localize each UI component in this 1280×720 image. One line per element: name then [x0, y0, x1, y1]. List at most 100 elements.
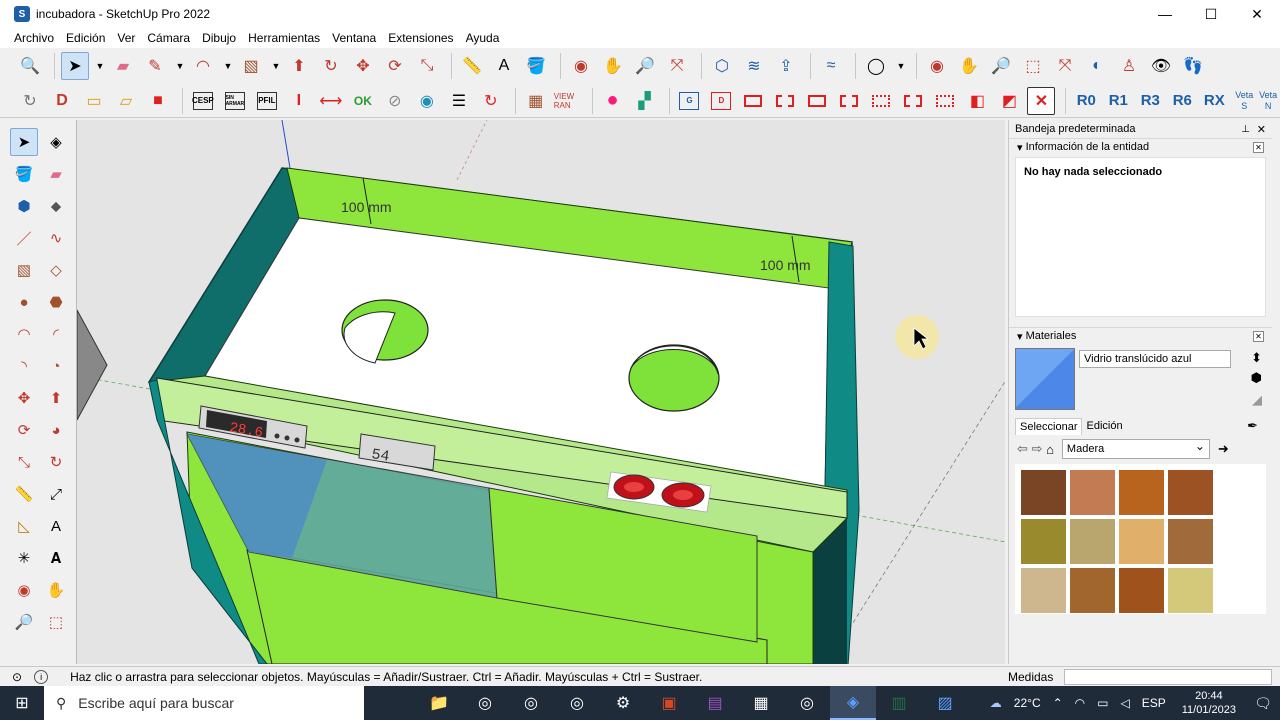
material-swatch[interactable]	[1168, 470, 1213, 515]
file-explorer-icon[interactable]: 📁	[416, 686, 462, 720]
windows-start-icon[interactable]: ⊞	[0, 686, 44, 720]
edge-banding-icon-2[interactable]	[771, 87, 799, 115]
ok-tool[interactable]: OK	[349, 87, 377, 115]
panel-flat-icon[interactable]: ▱	[112, 87, 140, 115]
rotation-rx[interactable]: RX	[1200, 87, 1228, 115]
orbit-icon[interactable]: ◉	[567, 52, 595, 80]
measurements-input[interactable]	[1064, 668, 1272, 685]
rotated-rectangle-icon[interactable]: ◇	[42, 256, 70, 284]
close-button[interactable]: ✕	[1234, 0, 1280, 28]
photos-icon[interactable]: ▨	[922, 686, 968, 720]
share-model-icon[interactable]: ⇪	[772, 52, 800, 80]
orbit-icon[interactable]: ◉	[10, 576, 38, 604]
clock[interactable]: 20:44 11/01/2023	[1182, 689, 1236, 717]
zoom-alt-icon[interactable]: 🔎	[987, 52, 1015, 80]
edge-banding-icon-6[interactable]	[899, 87, 927, 115]
pan-alt-icon[interactable]: ✋	[955, 52, 983, 80]
cube-red-icon[interactable]: ◧	[963, 87, 991, 115]
material-swatch[interactable]	[1070, 470, 1115, 515]
walk-icon[interactable]: 👣	[1179, 52, 1207, 80]
excel-icon[interactable]: ▥	[876, 686, 922, 720]
push-pull-icon[interactable]: ⬆	[285, 52, 313, 80]
material-swatch[interactable]	[1070, 568, 1115, 613]
minimize-button[interactable]: —	[1142, 0, 1188, 28]
g-tool[interactable]: G	[675, 87, 703, 115]
freehand-icon[interactable]: ∿	[42, 224, 70, 252]
move-icon[interactable]: ✥	[10, 384, 38, 412]
edge-banding-icon-1[interactable]	[739, 87, 767, 115]
dropdown-arrow-icon[interactable]: ▼	[221, 52, 235, 80]
veta-s-button[interactable]: Veta S	[1232, 90, 1256, 112]
cube-erase-icon[interactable]: ◩	[995, 87, 1023, 115]
volume-icon[interactable]: ◁	[1121, 696, 1130, 710]
arc-icon[interactable]: ◠	[10, 320, 38, 348]
chrome-icon[interactable]: ◎	[784, 686, 830, 720]
default-material-icon[interactable]: ◢	[1252, 392, 1262, 408]
offset-icon[interactable]: ↻	[42, 448, 70, 476]
chevron-up-icon[interactable]: ⌃	[1053, 696, 1063, 710]
material-swatch[interactable]	[1119, 470, 1164, 515]
sin-armar-tool[interactable]: SIN ARMAR	[221, 87, 249, 115]
rectangle-icon[interactable]: ▧	[10, 256, 38, 284]
cesp-tool[interactable]: CESP	[189, 87, 217, 115]
zoom-window-icon[interactable]: ⬚	[1019, 52, 1047, 80]
tag-icon[interactable]: ⬥	[42, 192, 70, 220]
powerpoint-icon[interactable]: ▣	[646, 686, 692, 720]
double-arrow-icon[interactable]: ⟷	[317, 87, 345, 115]
d-tool[interactable]: D	[707, 87, 735, 115]
tab-select[interactable]: Seleccionar	[1015, 417, 1083, 435]
sketchup-taskbar-icon[interactable]: ◈	[830, 686, 876, 720]
create-material-icon[interactable]: ⬍	[1251, 350, 1262, 366]
notifications-icon[interactable]: 🗨	[1246, 695, 1280, 712]
orbit-alt-icon[interactable]: ◉	[923, 52, 951, 80]
edge-banding-icon-3[interactable]	[803, 87, 831, 115]
i-tool[interactable]: I	[285, 87, 313, 115]
battery-icon[interactable]: ▭	[1097, 696, 1108, 710]
text-icon[interactable]: A	[490, 52, 518, 80]
zoom-icon[interactable]: 🔎	[10, 608, 38, 636]
menu-herramientas[interactable]: Herramientas	[242, 31, 326, 45]
edge-banding-icon-4[interactable]	[835, 87, 863, 115]
three-point-arc-icon[interactable]: ◝	[10, 352, 38, 380]
menu-camara[interactable]: Cámara	[141, 31, 196, 45]
taskbar-search[interactable]: ⚲ Escribe aquí para buscar	[44, 686, 364, 720]
edge-banding-icon-5[interactable]	[867, 87, 895, 115]
text-icon[interactable]: A	[42, 512, 70, 540]
list-icon[interactable]: ☰	[445, 87, 473, 115]
grid-color-icon[interactable]: ▞	[631, 87, 659, 115]
menu-extensiones[interactable]: Extensiones	[382, 31, 459, 45]
texture-icon[interactable]: ▦	[522, 87, 550, 115]
rotate-icon[interactable]: ⟳	[10, 416, 38, 444]
materials-header[interactable]: ▾ Materiales ✕	[1009, 327, 1272, 344]
weather-temperature[interactable]: 22°C	[1014, 696, 1041, 710]
refresh-red-icon[interactable]: ↻	[477, 87, 505, 115]
color-circle-icon[interactable]: ●	[599, 87, 627, 115]
material-swatch[interactable]	[1021, 470, 1066, 515]
menu-ver[interactable]: Ver	[111, 31, 141, 45]
material-swatch[interactable]	[1119, 568, 1164, 613]
menu-ventana[interactable]: Ventana	[326, 31, 382, 45]
line-icon[interactable]: ／	[10, 224, 38, 252]
material-swatch[interactable]	[1168, 568, 1213, 613]
axes-icon[interactable]: ✳	[10, 544, 38, 572]
chrome-icon[interactable]: ◎	[554, 686, 600, 720]
zoom-extents-icon[interactable]: ⤧	[663, 52, 691, 80]
material-swatch[interactable]	[1021, 568, 1066, 613]
menu-edicion[interactable]: Edición	[60, 31, 111, 45]
dropdown-arrow-icon[interactable]: ▼	[93, 52, 107, 80]
info-icon[interactable]: i	[34, 669, 49, 684]
chrome-icon[interactable]: ◎	[462, 686, 508, 720]
material-cube-icon[interactable]: ⬢	[1251, 370, 1262, 386]
rotation-r1[interactable]: R1	[1104, 87, 1132, 115]
eraser-icon[interactable]: ▰	[109, 52, 137, 80]
protractor-icon[interactable]: ◺	[10, 512, 38, 540]
current-material-swatch[interactable]	[1015, 348, 1075, 410]
zoom-extents-alt-icon[interactable]: ⤧	[1051, 52, 1079, 80]
two-point-arc-icon[interactable]: ◜	[42, 320, 70, 348]
polygon-icon[interactable]: ⬣	[42, 288, 70, 316]
select-icon[interactable]: ➤	[10, 128, 38, 156]
weather-icon[interactable]: ☁	[990, 696, 1002, 710]
push-pull-icon[interactable]: ⬆	[42, 384, 70, 412]
make-component-icon[interactable]: ◈	[42, 128, 70, 156]
menu-ayuda[interactable]: Ayuda	[460, 31, 506, 45]
